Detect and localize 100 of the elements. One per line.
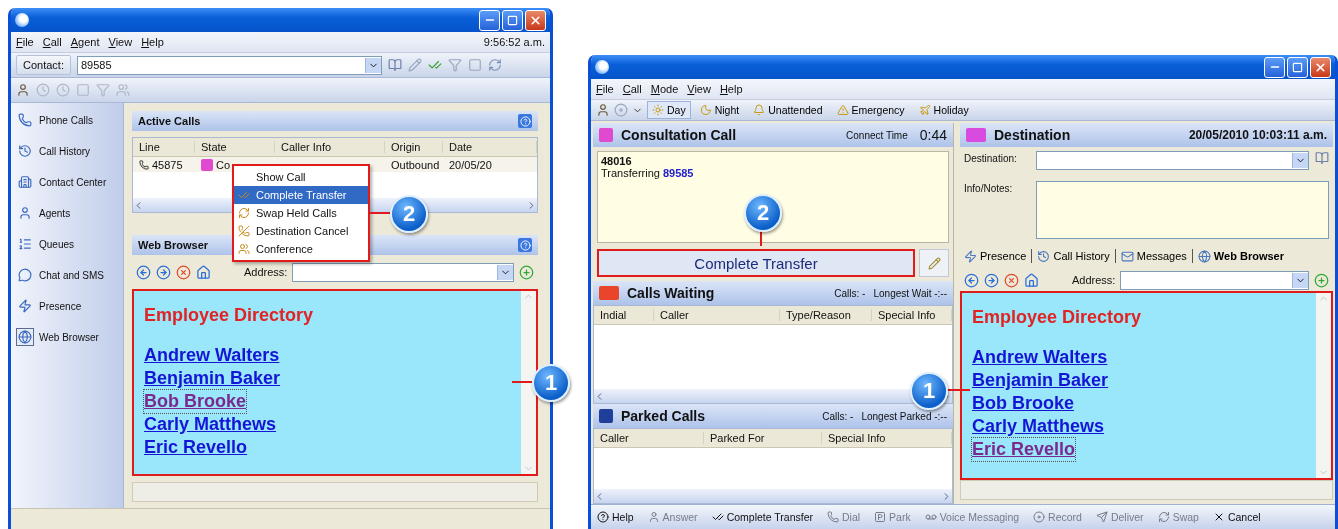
menu-item-icon (238, 243, 250, 255)
toolbar-button[interactable]: Help (597, 511, 634, 523)
sidebar-icon[interactable] (16, 111, 34, 129)
mode-button[interactable]: Holiday (913, 101, 974, 119)
menu-item[interactable]: View (108, 36, 133, 48)
sidebar-icon[interactable] (16, 297, 34, 315)
toolbar-button[interactable]: Cancel (1212, 511, 1261, 523)
menu-item[interactable]: Help (141, 36, 164, 48)
employee-link[interactable]: Bob Brooke (144, 390, 246, 413)
menu-item[interactable]: Show Call (234, 168, 368, 186)
tab[interactable]: Call History (1037, 249, 1110, 263)
employee-link[interactable]: Andrew Walters (972, 346, 1108, 369)
home-button[interactable] (196, 264, 211, 280)
vertical-scrollbar[interactable] (521, 291, 536, 474)
address-field[interactable] (292, 262, 514, 282)
sidebar-icon[interactable] (16, 173, 34, 191)
swap-icon[interactable] (487, 58, 502, 72)
home-icon (196, 264, 211, 280)
menu-item[interactable]: Call (622, 83, 642, 95)
mode-button[interactable]: Night (694, 101, 745, 119)
menu-item[interactable]: Destination Cancel (234, 222, 368, 240)
forward-button[interactable] (156, 264, 171, 280)
sidebar-item[interactable]: Contact Center (39, 176, 107, 188)
maximize-button[interactable] (1287, 56, 1308, 78)
sidebar-icon[interactable] (16, 328, 34, 346)
toolbar-button[interactable]: Complete Transfer (711, 511, 813, 523)
back-button[interactable] (964, 272, 979, 288)
table-cell-text: Outbound (390, 158, 441, 171)
employee-link[interactable]: Eric Revello (144, 436, 248, 459)
column-header: Caller (654, 309, 780, 321)
address-field[interactable] (1120, 270, 1309, 290)
mode-button[interactable]: Emergency (831, 101, 910, 119)
forward-button[interactable] (984, 272, 999, 288)
disc-icon[interactable] (614, 103, 628, 117)
mode-button[interactable]: Unattended (748, 101, 828, 119)
person-icon[interactable] (596, 103, 610, 117)
menu-item[interactable]: Conference (234, 240, 368, 258)
employee-link[interactable]: Bob Brooke (972, 392, 1074, 415)
close-button[interactable] (525, 9, 546, 31)
sidebar-item[interactable]: Web Browser (39, 331, 99, 343)
go-button[interactable] (1314, 272, 1329, 288)
help-button[interactable] (518, 114, 532, 128)
close-button[interactable] (1310, 56, 1331, 78)
clock-icon[interactable] (36, 83, 50, 97)
contact-field[interactable]: 89585 (76, 55, 382, 75)
menu-item[interactable]: Complete Transfer (234, 186, 368, 204)
users-icon[interactable] (116, 83, 130, 97)
book-icon[interactable] (1315, 151, 1329, 165)
edit-button[interactable] (919, 249, 949, 277)
employee-link[interactable]: Benjamin Baker (144, 367, 281, 390)
complete-transfer-button[interactable]: Complete Transfer (597, 249, 915, 277)
tab[interactable]: Web Browser (1197, 249, 1284, 263)
home-button[interactable] (1024, 272, 1039, 288)
menu-item[interactable]: Agent (70, 36, 100, 48)
tab[interactable]: Presence (964, 249, 1027, 263)
destination-field[interactable] (1036, 151, 1309, 170)
longest-wait: Longest Wait -:-- (873, 287, 947, 299)
sidebar-item[interactable]: Call History (39, 145, 91, 157)
destination-icon (966, 128, 986, 142)
menu-item[interactable]: Swap Held Calls (234, 204, 368, 222)
menu-item[interactable]: View (687, 83, 711, 95)
sidebar-icon[interactable] (16, 266, 34, 284)
stop-button[interactable] (1004, 272, 1019, 288)
menu-item[interactable]: File (16, 36, 34, 48)
maximize-button[interactable] (502, 9, 523, 31)
sidebar-item[interactable]: Queues (39, 238, 75, 250)
tab[interactable]: Messages (1120, 249, 1187, 263)
sidebar-icon[interactable] (16, 142, 34, 160)
employee-link[interactable]: Carly Matthews (144, 413, 277, 436)
sidebar-item[interactable]: Phone Calls (39, 114, 93, 126)
sidebar-item[interactable]: Chat and SMS (39, 269, 105, 281)
call-status: Transferring (601, 167, 660, 179)
vertical-scrollbar[interactable] (1316, 293, 1331, 478)
sidebar-item[interactable]: Agents (39, 207, 71, 219)
minimize-button[interactable] (479, 9, 500, 31)
book-icon[interactable] (387, 58, 402, 72)
horizontal-scrollbar[interactable] (594, 489, 952, 503)
stop-button[interactable] (176, 264, 191, 280)
clock-icon[interactable] (56, 83, 70, 97)
help-button[interactable] (518, 238, 532, 252)
double-check-icon[interactable] (427, 58, 442, 72)
pencil-icon[interactable] (407, 58, 422, 72)
square-icon[interactable] (467, 58, 482, 72)
minimize-button[interactable] (1264, 56, 1285, 78)
go-button[interactable] (519, 264, 534, 280)
filter-icon[interactable] (447, 58, 462, 72)
employee-link[interactable]: Carly Matthews (972, 415, 1105, 438)
sidebar-item[interactable]: Presence (39, 300, 82, 312)
back-button[interactable] (136, 264, 151, 280)
employee-link[interactable]: Andrew Walters (144, 344, 280, 367)
maximize-icon (1292, 61, 1303, 73)
menu-item[interactable]: Help (719, 83, 743, 95)
notes-field[interactable] (1036, 181, 1329, 239)
person-icon[interactable] (16, 83, 30, 97)
mode-button[interactable]: Day (647, 101, 691, 119)
menu-item[interactable]: Mode (650, 83, 679, 95)
employee-link[interactable]: Eric Revello (972, 438, 1076, 461)
menu-item[interactable]: File (596, 83, 614, 95)
employee-link[interactable]: Benjamin Baker (972, 369, 1109, 392)
menu-item[interactable]: Call (42, 36, 62, 48)
